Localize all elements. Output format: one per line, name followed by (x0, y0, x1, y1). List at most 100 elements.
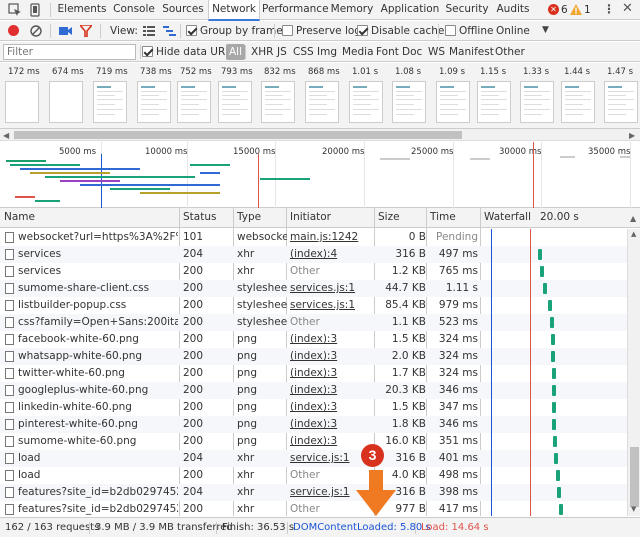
cell-name[interactable]: listbuilder-popup.css (18, 297, 178, 314)
scroll-right-icon[interactable]: ▶ (629, 131, 635, 140)
waterfall-bar[interactable] (552, 368, 556, 379)
cell-initiator[interactable]: (index):3 (290, 433, 374, 450)
waterfall-bar[interactable] (559, 504, 563, 515)
table-row[interactable]: listbuilder-popup.css 200 stylesheet servic… (0, 297, 627, 314)
table-row[interactable]: css?family=Open+Sans:200italic,30... 200 s… (0, 314, 627, 331)
scroll-left-icon[interactable]: ◀ (3, 131, 9, 140)
cell-initiator[interactable]: (index):3 (290, 399, 374, 416)
clear-icon[interactable] (30, 25, 42, 37)
table-row[interactable]: linkedin-white-60.png 200 png (index):3 1.5 … (0, 399, 627, 416)
filmstrip-frame[interactable] (349, 81, 383, 123)
table-row[interactable]: websocket?url=https%3A%2F%2F... 101 websoc… (0, 229, 627, 246)
chevron-down-icon[interactable]: ▼ (542, 25, 549, 35)
cell-initiator[interactable]: (index):3 (290, 382, 374, 399)
cell-name[interactable]: features?site_id=b2db0297452cf52... (18, 484, 178, 501)
waterfall-bar[interactable] (553, 436, 557, 447)
cell-name[interactable]: whatsapp-white-60.png (18, 348, 178, 365)
filmstrip-frame[interactable] (177, 81, 211, 123)
col-type[interactable]: Type (233, 208, 286, 228)
cell-initiator[interactable]: (index):3 (290, 348, 374, 365)
waterfall-bar[interactable] (550, 317, 554, 328)
filmstrip-frame[interactable] (49, 81, 83, 123)
filter-type-doc[interactable]: Doc (402, 42, 422, 62)
filmstrip-frame[interactable] (137, 81, 171, 123)
filter-type-img[interactable]: Img (317, 42, 337, 62)
filter-type-all[interactable]: All (226, 44, 246, 60)
waterfall-bar[interactable] (548, 300, 552, 311)
cell-name[interactable]: pinterest-white-60.png (18, 416, 178, 433)
record-icon[interactable] (8, 25, 19, 36)
waterfall-bar[interactable] (551, 351, 555, 362)
table-row[interactable]: features?site_id=b2db0297452cf52... 200 xh… (0, 501, 627, 516)
cell-name[interactable]: css?family=Open+Sans:200italic,30... (18, 314, 178, 331)
filmstrip-frame[interactable] (604, 81, 638, 123)
more-options-icon[interactable]: ⋮ (603, 2, 615, 16)
table-row[interactable]: load 204 xhr service.js:1 316 B 401 ms (0, 450, 627, 467)
throttle-select[interactable]: Online (496, 21, 530, 41)
table-row[interactable]: services 204 xhr (index):4 316 B 497 ms (0, 246, 627, 263)
hide-data-urls-checkbox[interactable] (142, 46, 153, 57)
cell-name[interactable]: features?site_id=b2db0297452cf52... (18, 501, 178, 516)
screenshot-camera-icon[interactable] (59, 26, 72, 36)
table-scrollbar[interactable]: ▲ ▼ (627, 229, 640, 516)
filmstrip-frame[interactable] (261, 81, 295, 123)
waterfall-bar[interactable] (540, 266, 544, 277)
col-size[interactable]: Size (374, 208, 426, 228)
filmstrip-frame[interactable] (477, 81, 511, 123)
tab-application[interactable]: Application (380, 0, 440, 20)
tab-audits[interactable]: Audits (494, 0, 532, 20)
filter-type-other[interactable]: Other (495, 42, 525, 62)
cell-initiator[interactable]: services.js:1 (290, 280, 374, 297)
table-row[interactable]: sumome-white-60.png 200 png (index):3 16.0 K… (0, 433, 627, 450)
table-row[interactable]: sumome-share-client.css 200 stylesheet serv… (0, 280, 627, 297)
scrollbar-thumb[interactable] (14, 131, 462, 139)
table-row[interactable]: googleplus-white-60.png 200 png (index):3 20… (0, 382, 627, 399)
filter-type-ws[interactable]: WS (428, 42, 445, 62)
col-name[interactable]: Name (0, 208, 179, 228)
cell-initiator[interactable]: (index):3 (290, 331, 374, 348)
tab-elements[interactable]: Elements (56, 0, 108, 20)
waterfall-overview-icon[interactable] (163, 26, 176, 36)
filmstrip-scrollbar[interactable]: ◀ ▶ (0, 129, 640, 141)
table-row[interactable]: whatsapp-white-60.png 200 png (index):3 2.0 … (0, 348, 627, 365)
filter-input[interactable] (3, 44, 136, 60)
disable-cache-checkbox[interactable] (357, 25, 368, 36)
preserve-log-checkbox[interactable] (282, 25, 293, 36)
filter-type-manifest[interactable]: Manifest (449, 42, 494, 62)
warning-count[interactable]: 1 (584, 0, 591, 20)
cell-initiator[interactable]: (index):4 (290, 246, 374, 263)
filter-type-js[interactable]: JS (277, 42, 287, 62)
tab-memory[interactable]: Memory (328, 0, 376, 20)
table-row[interactable]: load 200 xhr Other 4.0 KB 498 ms (0, 467, 627, 484)
cell-name[interactable]: websocket?url=https%3A%2F%2F... (18, 229, 178, 246)
filmstrip-frame[interactable] (305, 81, 339, 123)
cell-initiator[interactable]: services.js:1 (290, 297, 374, 314)
filmstrip-frame[interactable] (5, 81, 39, 123)
scroll-up-icon[interactable]: ▲ (631, 230, 636, 238)
cell-name[interactable]: load (18, 450, 178, 467)
cell-name[interactable]: services (18, 263, 178, 280)
tab-network[interactable]: Network (208, 0, 260, 21)
cell-initiator[interactable]: (index):3 (290, 365, 374, 382)
filmstrip-frame[interactable] (218, 81, 252, 123)
waterfall-bar[interactable] (552, 385, 556, 396)
cell-name[interactable]: twitter-white-60.png (18, 365, 178, 382)
table-row[interactable]: pinterest-white-60.png 200 png (index):3 1.8… (0, 416, 627, 433)
tab-security[interactable]: Security (444, 0, 490, 20)
cell-name[interactable]: sumome-share-client.css (18, 280, 178, 297)
waterfall-bar[interactable] (554, 453, 558, 464)
tab-sources[interactable]: Sources (160, 0, 206, 20)
filmstrip-frame[interactable] (520, 81, 554, 123)
waterfall-bar[interactable] (552, 419, 556, 430)
filmstrip-frame[interactable] (392, 81, 426, 123)
cell-initiator[interactable]: main.js:1242 (290, 229, 374, 246)
waterfall-bar[interactable] (552, 402, 556, 413)
filmstrip-frame[interactable] (561, 81, 595, 123)
table-row[interactable]: services 200 xhr Other 1.2 KB 765 ms (0, 263, 627, 280)
col-time[interactable]: Time (426, 208, 480, 228)
tab-performance[interactable]: Performance (262, 0, 329, 20)
inspect-element-icon[interactable] (8, 3, 22, 17)
error-count[interactable]: 6 (561, 0, 568, 20)
cell-name[interactable]: sumome-white-60.png (18, 433, 178, 450)
table-row[interactable]: facebook-white-60.png 200 png (index):3 1.5 … (0, 331, 627, 348)
